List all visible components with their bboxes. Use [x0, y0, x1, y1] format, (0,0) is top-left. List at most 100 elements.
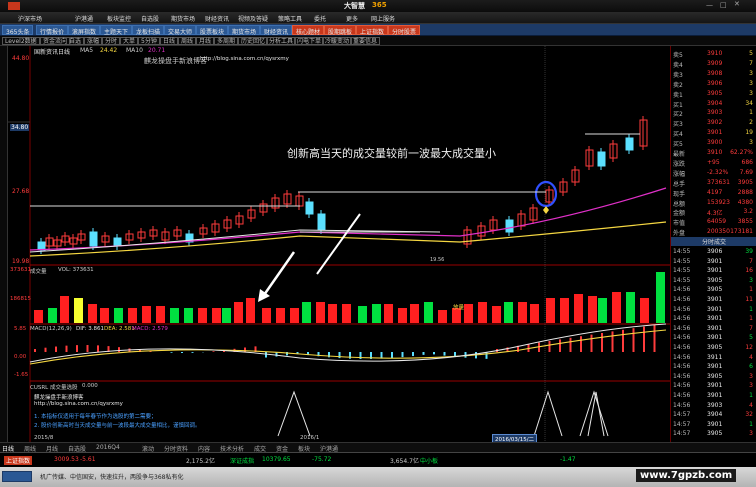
- toolbar-button[interactable]: 交易大师: [164, 25, 197, 36]
- menu-item[interactable]: 沪港通: [75, 14, 93, 23]
- subtool-button[interactable]: 分时: [102, 37, 121, 45]
- subtool-button[interactable]: 重要信息: [350, 37, 381, 45]
- menu-item[interactable]: 视频及答疑: [238, 14, 268, 23]
- toolbar-button[interactable]: 股期跳板: [324, 25, 357, 36]
- volume-bar: [438, 310, 447, 323]
- volume-bar: [372, 304, 381, 323]
- quote-cell: 涨跌: [673, 160, 686, 168]
- bottom-tabs: 日线 周线 月线 自选股 2016Q4 滚动 分时资料 内容 技术分析 成交 资金 板块 沪港通: [0, 442, 756, 453]
- start-button[interactable]: [2, 471, 32, 482]
- quote-cell: 3904: [707, 99, 723, 107]
- menu-item[interactable]: 委托: [314, 14, 326, 23]
- trade-cell: 14:55: [673, 257, 691, 265]
- macd-bar: [76, 345, 78, 352]
- menu-item[interactable]: 财经资讯: [205, 14, 229, 23]
- volume-bar: [626, 292, 635, 323]
- toolbar-button[interactable]: 龙板扫描: [132, 25, 165, 36]
- bottom-tab[interactable]: 2016Q4: [96, 444, 120, 451]
- volume-bar: [276, 308, 285, 323]
- subtool-button[interactable]: 涨幅: [84, 37, 103, 45]
- index-name[interactable]: 上证指数: [4, 456, 33, 465]
- quote-cell: 买1: [673, 101, 683, 109]
- menu-item[interactable]: 网上服务: [371, 14, 395, 23]
- macd-bar: [443, 352, 446, 356]
- subtool-button[interactable]: 自选: [66, 37, 85, 45]
- index-name[interactable]: 中小板: [420, 456, 438, 465]
- quote-cell: 3906: [707, 79, 723, 87]
- subtool-button[interactable]: 5分钟: [138, 37, 160, 45]
- volume-bar: [560, 298, 569, 323]
- order-book-row: 卖4 3909 7: [673, 60, 755, 69]
- quote-cell: 买4: [673, 131, 683, 139]
- quote-cell: 3910: [707, 50, 723, 57]
- cusr-panel-name: CUSRL 成交量选股: [30, 385, 78, 391]
- order-book-row: 买2 3903 1: [673, 109, 755, 118]
- trade-cell: 14:56: [673, 286, 691, 294]
- volume-bar: [198, 308, 207, 323]
- volume-bar: [492, 306, 501, 323]
- minimize-icon[interactable]: —: [706, 1, 713, 9]
- maximize-icon[interactable]: □: [720, 1, 727, 9]
- toolbar-button[interactable]: 行情报价: [36, 25, 69, 36]
- toolbar-button[interactable]: 分时股票: [388, 25, 421, 36]
- close-icon[interactable]: ✕: [734, 0, 740, 8]
- volume-bar: [34, 310, 43, 323]
- trade-cell: 3901: [707, 334, 723, 342]
- volume-bar: [222, 308, 231, 323]
- macd-bar: [590, 334, 593, 352]
- volume-bar: [128, 308, 137, 323]
- volume-bar: [358, 306, 367, 323]
- subtool-button[interactable]: 周线: [178, 37, 197, 45]
- candle-body: [625, 137, 634, 151]
- quote-cell: 3.2: [743, 208, 753, 216]
- volume-bar: [384, 304, 393, 323]
- trade-cell: 3905: [707, 372, 723, 380]
- subtool-button[interactable]: 日线: [160, 37, 179, 45]
- subtool-button[interactable]: 多周期: [214, 37, 239, 45]
- subtool-button[interactable]: 分析工具: [266, 37, 297, 45]
- toolbar-button[interactable]: 核心题材: [292, 25, 325, 36]
- menu-item[interactable]: 更多: [346, 14, 358, 23]
- menu-item[interactable]: 期货市场: [171, 14, 195, 23]
- macd-bar: [412, 352, 414, 357]
- toolbar-button[interactable]: 滚屏指数: [68, 25, 101, 36]
- menu-item[interactable]: 沪深市场: [18, 14, 42, 23]
- trade-cell: 3901: [707, 305, 723, 313]
- candle-body: [597, 151, 606, 167]
- trade-cell: 3901: [707, 392, 723, 399]
- trade-cell: 3901: [707, 257, 723, 265]
- menu-item[interactable]: 自选股: [141, 14, 159, 23]
- index-name[interactable]: 深证成指: [230, 456, 254, 465]
- trade-cell: 39: [745, 248, 753, 255]
- subtool-button[interactable]: 历史回忆: [238, 37, 269, 45]
- quote-cell: 5: [749, 50, 753, 57]
- menu-item[interactable]: 策略工具: [278, 14, 302, 23]
- subtool-button[interactable]: 大单: [120, 37, 139, 45]
- order-book-row: 买5 3900 3: [673, 139, 755, 148]
- trade-cell: 32: [745, 411, 753, 419]
- subtool-button[interactable]: Level2数据: [2, 37, 40, 45]
- quote-cell: 现手: [673, 190, 686, 198]
- quote-cell: 3: [749, 89, 753, 97]
- toolbar-button[interactable]: 期货市场: [228, 25, 261, 36]
- cusr-signal: [533, 390, 563, 437]
- menu-item[interactable]: 板块监控: [107, 14, 131, 23]
- order-book-row: 卖1 3905 3: [673, 90, 755, 99]
- trade-cell: 14:55: [673, 248, 691, 255]
- subtool-button[interactable]: 月线: [196, 37, 215, 45]
- toolbar-button[interactable]: 365头条: [2, 25, 34, 36]
- quote-stat-row: 现手 4197 2888: [673, 189, 755, 198]
- macd-bar: [65, 345, 68, 352]
- quote-cell: 7.69: [739, 168, 753, 176]
- toolbar-button[interactable]: 股票板块: [196, 25, 229, 36]
- vol-axis-label: 373631: [10, 267, 31, 273]
- toolbar-button[interactable]: 上证指数: [356, 25, 389, 36]
- subtool-button[interactable]: 冷暖变动: [322, 37, 353, 45]
- trade-cell: 3: [749, 276, 753, 284]
- macd-bar: [44, 347, 47, 352]
- subtool-button[interactable]: 闪电下单: [294, 37, 325, 45]
- kline-chart[interactable]: [0, 46, 670, 442]
- toolbar-button[interactable]: 财经资讯: [260, 25, 293, 36]
- toolbar-button[interactable]: 主题天下: [100, 25, 133, 36]
- trade-cell: 5: [749, 334, 753, 342]
